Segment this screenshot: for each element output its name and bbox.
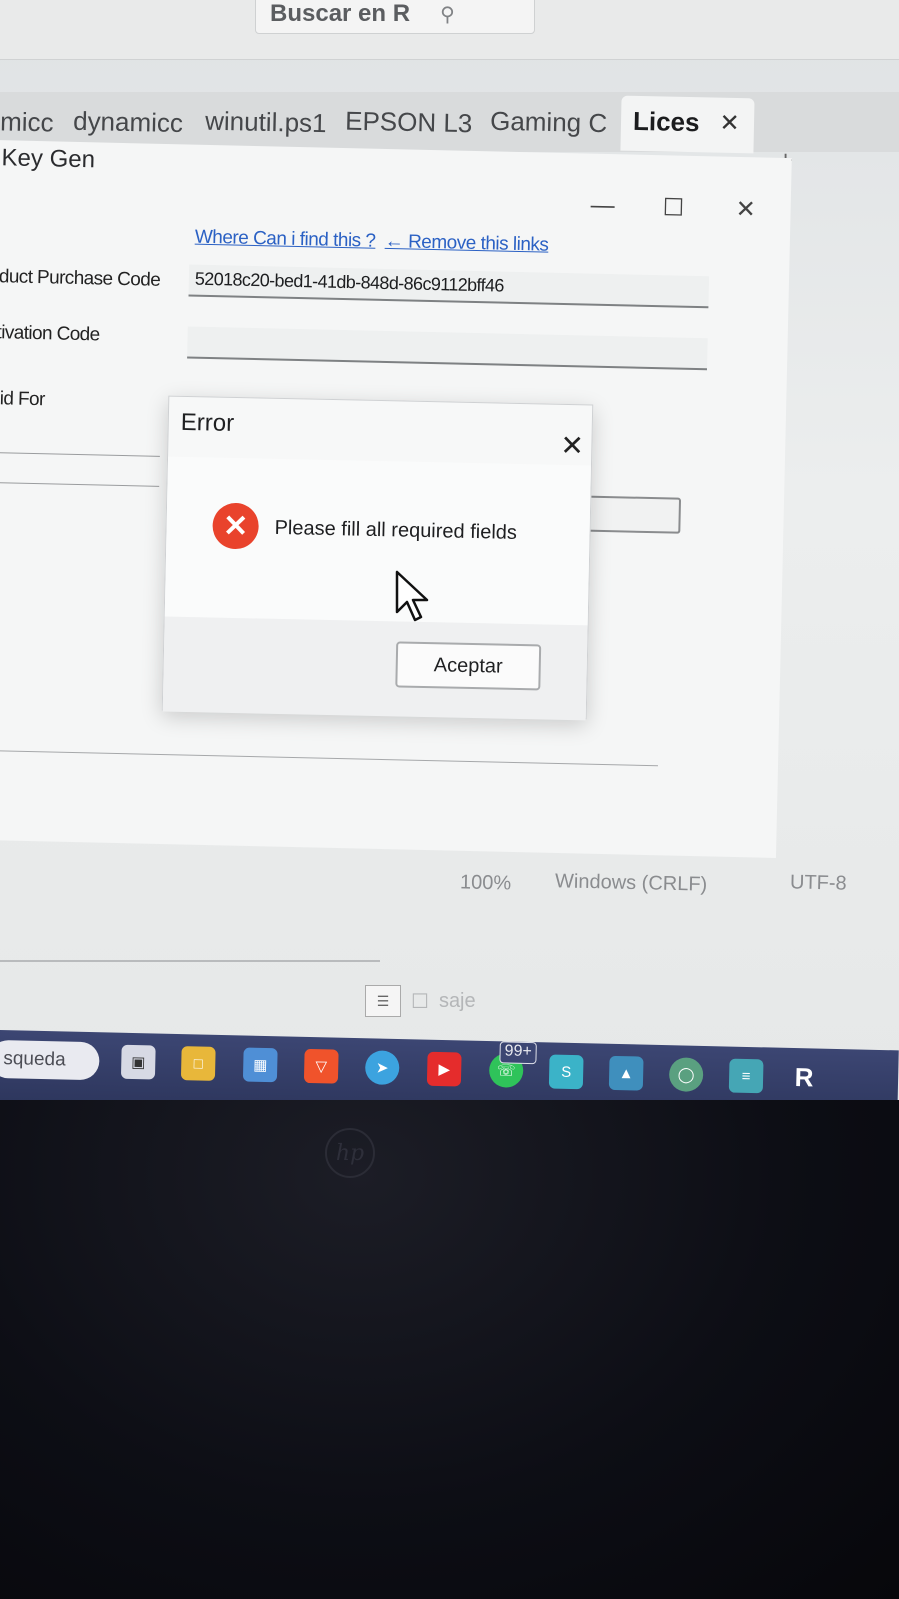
youtube-icon[interactable]: ▶ bbox=[426, 1051, 462, 1087]
desktop-widget: ☰ ☐ saje bbox=[365, 985, 476, 1017]
tab-close-icon[interactable]: ✕ bbox=[719, 109, 740, 138]
laptop-bezel bbox=[0, 1100, 899, 1599]
photos-icon[interactable]: ▲ bbox=[608, 1055, 644, 1091]
accept-button[interactable]: Aceptar bbox=[395, 641, 542, 691]
taskbar-search[interactable]: squeda bbox=[0, 1039, 100, 1081]
remove-links-link[interactable]: ← Remove this links bbox=[385, 231, 549, 257]
search-text: Buscar en R bbox=[270, 0, 411, 27]
widget-label: saje bbox=[438, 989, 476, 1012]
tab-gaming[interactable]: Gaming C bbox=[489, 106, 615, 154]
file-explorer-icon[interactable]: □ bbox=[180, 1046, 216, 1081]
window-close-icon[interactable]: ✕ bbox=[735, 195, 756, 224]
task-view-icon[interactable]: ▣ bbox=[120, 1044, 156, 1080]
notification-badge: 99+ bbox=[499, 1041, 538, 1065]
purchase-code-label: oduct Purchase Code bbox=[0, 265, 161, 291]
line-ending: Windows (CRLF) bbox=[554, 870, 708, 896]
where-find-link[interactable]: Where Can i find this ? bbox=[195, 227, 376, 253]
minimize-icon[interactable]: — bbox=[590, 192, 615, 221]
valid-for-label: alid For bbox=[0, 387, 45, 411]
taskbar: squeda ▣ □ ▦ ▽ ➤ ▶ ☏ 99+ S ▲ ◯ ≡ R bbox=[0, 1030, 899, 1100]
store-icon[interactable]: ▦ bbox=[242, 1047, 278, 1083]
app-icon-s[interactable]: S bbox=[548, 1054, 584, 1090]
checkbox-icon[interactable]: ☐ bbox=[411, 989, 429, 1014]
laptop-screen: Buscar en R ⚲ micc dynamicc winutil.ps1 … bbox=[0, 0, 899, 1100]
valid-for-line bbox=[0, 451, 160, 457]
maximize-icon[interactable]: ☐ bbox=[662, 193, 684, 222]
tab-lices[interactable]: Lices ✕ bbox=[620, 95, 755, 154]
app-icon-circle[interactable]: ◯ bbox=[668, 1057, 704, 1092]
brave-icon[interactable]: ▽ bbox=[303, 1048, 339, 1084]
keygen-title: Key Gen bbox=[1, 144, 96, 174]
cursor-icon bbox=[395, 570, 429, 622]
search-icon[interactable]: ⚲ bbox=[440, 2, 455, 27]
app-icon-r[interactable]: R bbox=[787, 1060, 822, 1095]
valid-for-line-2 bbox=[0, 481, 160, 487]
error-dialog: Error ✕ ✕ Please fill all required field… bbox=[161, 395, 594, 721]
dialog-close-icon[interactable]: ✕ bbox=[560, 429, 584, 462]
dialog-title: Error bbox=[180, 408, 235, 437]
menu-icon[interactable]: ☰ bbox=[365, 985, 401, 1017]
tab-epson[interactable]: EPSON L3 bbox=[344, 106, 480, 154]
notepad-icon[interactable]: ≡ bbox=[728, 1058, 764, 1094]
purchase-code-input[interactable]: 52018c20-bed1-41db-848d-86c9112bff46 bbox=[188, 264, 710, 309]
telegram-icon[interactable]: ➤ bbox=[364, 1050, 400, 1086]
keygen-divider bbox=[0, 749, 658, 767]
activation-code-input[interactable] bbox=[187, 326, 708, 371]
search-box[interactable]: Buscar en R ⚲ bbox=[255, 0, 535, 34]
encoding: UTF-8 bbox=[789, 871, 847, 895]
activation-code-label: ctivation Code bbox=[0, 321, 100, 346]
zoom-level: 100% bbox=[459, 871, 512, 895]
laptop-logo-icon: hp bbox=[325, 1128, 375, 1178]
status-divider bbox=[0, 960, 380, 962]
notepad-search-strip: Buscar en R ⚲ bbox=[0, 0, 899, 60]
